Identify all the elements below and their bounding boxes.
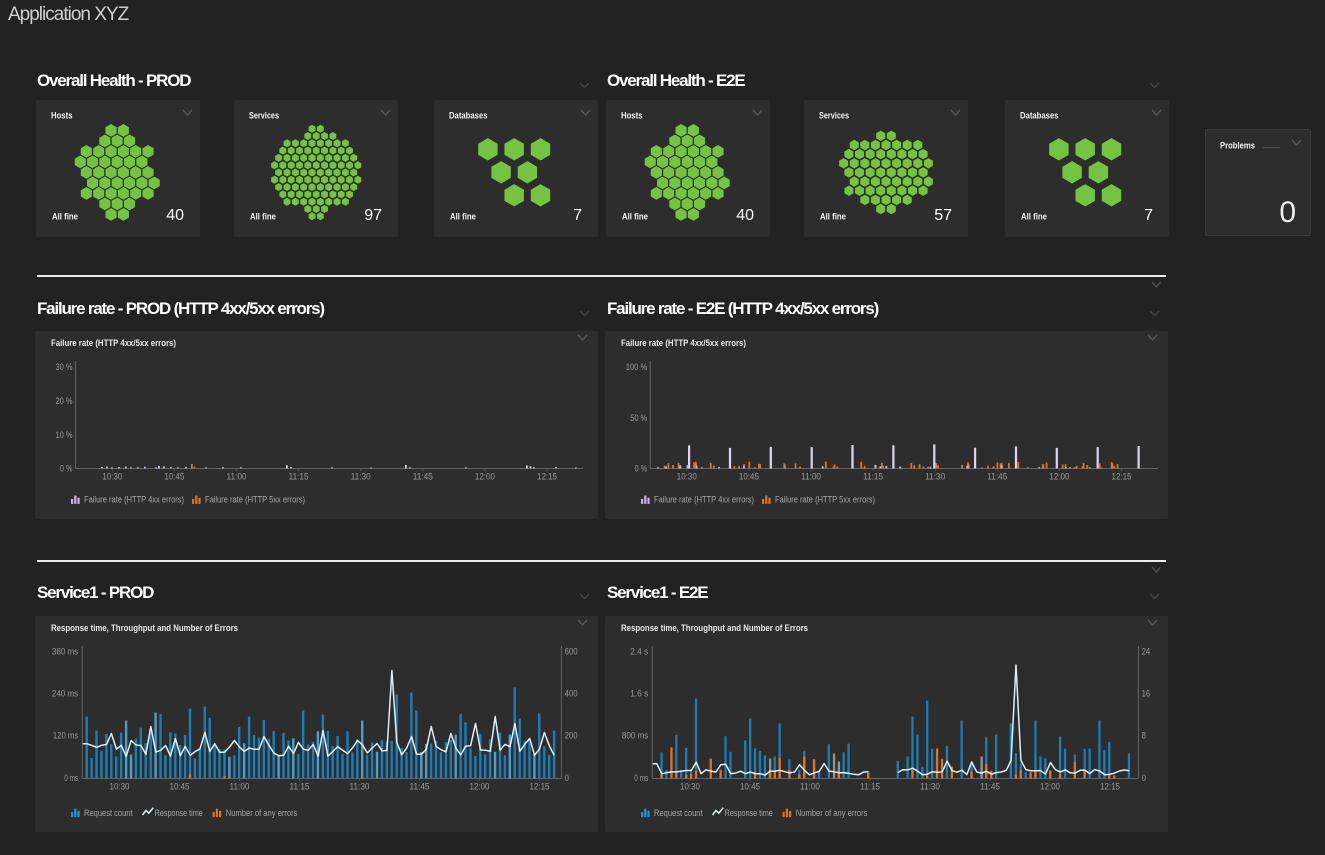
svg-text:11:00: 11:00 [227, 471, 247, 481]
svg-text:Problems: Problems [1220, 140, 1255, 151]
svg-text:All fine: All fine [622, 212, 648, 223]
svg-text:11:15: 11:15 [290, 781, 310, 791]
svg-text:2.4 s: 2.4 s [630, 646, 648, 656]
svg-text:12:00: 12:00 [475, 471, 495, 481]
svg-text:10:45: 10:45 [739, 471, 759, 481]
svg-text:0 %: 0 % [635, 464, 648, 474]
svg-text:Number of any errors: Number of any errors [796, 808, 868, 818]
svg-text:360 ms: 360 ms [52, 646, 79, 656]
svg-text:11:30: 11:30 [920, 781, 940, 791]
svg-text:12:15: 12:15 [530, 781, 550, 791]
svg-text:0 ms: 0 ms [634, 773, 648, 783]
svg-text:Failure rate (HTTP 5xx errors): Failure rate (HTTP 5xx errors) [205, 495, 305, 505]
svg-text:120 ms: 120 ms [53, 731, 79, 741]
svg-text:11:45: 11:45 [987, 471, 1007, 481]
svg-text:100 %: 100 % [626, 362, 648, 372]
svg-text:12:00: 12:00 [1040, 781, 1060, 791]
svg-text:12:15: 12:15 [1112, 471, 1132, 481]
svg-text:0: 0 [565, 773, 569, 783]
svg-text:11:00: 11:00 [230, 781, 250, 791]
svg-text:11:15: 11:15 [289, 471, 309, 481]
svg-text:Hosts: Hosts [51, 110, 73, 121]
svg-text:800 ms: 800 ms [622, 731, 649, 741]
svg-text:11:15: 11:15 [863, 471, 883, 481]
svg-text:10:30: 10:30 [110, 781, 130, 791]
svg-text:11:30: 11:30 [351, 471, 371, 481]
svg-text:Databases: Databases [1020, 110, 1059, 121]
svg-text:10:45: 10:45 [170, 781, 190, 791]
svg-text:Number of any errors: Number of any errors [226, 808, 298, 818]
svg-text:0 ms: 0 ms [64, 773, 78, 783]
svg-text:Response time, Throughput and: Response time, Throughput and Number of … [621, 623, 808, 634]
svg-text:Failure rate (HTTP 4xx/5xx err: Failure rate (HTTP 4xx/5xx errors) [621, 338, 746, 349]
svg-text:Failure rate (HTTP 4xx/5xx err: Failure rate (HTTP 4xx/5xx errors) [51, 338, 176, 349]
svg-text:12:15: 12:15 [1100, 781, 1120, 791]
svg-text:12:00: 12:00 [1049, 471, 1069, 481]
svg-text:Services: Services [249, 110, 279, 121]
svg-text:All fine: All fine [250, 212, 276, 223]
svg-text:12:00: 12:00 [470, 781, 490, 791]
svg-text:Response time: Response time [725, 808, 773, 818]
svg-text:600: 600 [565, 646, 578, 656]
svg-text:10 %: 10 % [56, 430, 73, 440]
svg-text:16: 16 [1142, 689, 1151, 699]
svg-text:Services: Services [819, 110, 849, 121]
svg-text:20 %: 20 % [56, 396, 73, 406]
svg-text:50 %: 50 % [630, 413, 647, 423]
svg-text:11:45: 11:45 [410, 781, 430, 791]
svg-text:All fine: All fine [1021, 212, 1047, 223]
svg-text:Failure rate (HTTP 4xx errors): Failure rate (HTTP 4xx errors) [654, 495, 754, 505]
svg-text:11:00: 11:00 [800, 781, 820, 791]
svg-text:11:45: 11:45 [413, 471, 433, 481]
svg-text:11:15: 11:15 [860, 781, 880, 791]
svg-text:8: 8 [1142, 731, 1146, 741]
svg-text:10:45: 10:45 [740, 781, 760, 791]
svg-text:0: 0 [1142, 773, 1146, 783]
svg-text:12:15: 12:15 [537, 471, 557, 481]
svg-text:11:30: 11:30 [925, 471, 945, 481]
svg-text:11:45: 11:45 [980, 781, 1000, 791]
svg-text:200: 200 [565, 731, 578, 741]
svg-text:10:30: 10:30 [680, 781, 700, 791]
svg-text:Response time: Response time [155, 808, 203, 818]
svg-text:Failure rate (HTTP 4xx errors): Failure rate (HTTP 4xx errors) [84, 495, 184, 505]
svg-text:30 %: 30 % [56, 362, 73, 372]
svg-text:All fine: All fine [52, 212, 78, 223]
svg-text:10:30: 10:30 [677, 471, 697, 481]
svg-text:11:30: 11:30 [350, 781, 370, 791]
svg-text:24: 24 [1142, 646, 1151, 656]
svg-text:Request count: Request count [84, 808, 133, 818]
svg-text:All fine: All fine [450, 212, 476, 223]
svg-text:Response time, Throughput and: Response time, Throughput and Number of … [51, 623, 238, 634]
svg-text:240 ms: 240 ms [52, 689, 79, 699]
svg-text:Failure rate (HTTP 5xx errors): Failure rate (HTTP 5xx errors) [775, 495, 875, 505]
svg-text:10:30: 10:30 [102, 471, 122, 481]
svg-text:Hosts: Hosts [621, 110, 643, 121]
svg-text:400: 400 [565, 689, 578, 699]
svg-text:11:00: 11:00 [801, 471, 821, 481]
svg-text:Databases: Databases [449, 110, 488, 121]
svg-text:1.6 s: 1.6 s [630, 689, 648, 699]
svg-text:0 %: 0 % [60, 464, 73, 474]
svg-text:All fine: All fine [820, 212, 846, 223]
svg-text:Request count: Request count [654, 808, 703, 818]
svg-text:10:45: 10:45 [164, 471, 184, 481]
